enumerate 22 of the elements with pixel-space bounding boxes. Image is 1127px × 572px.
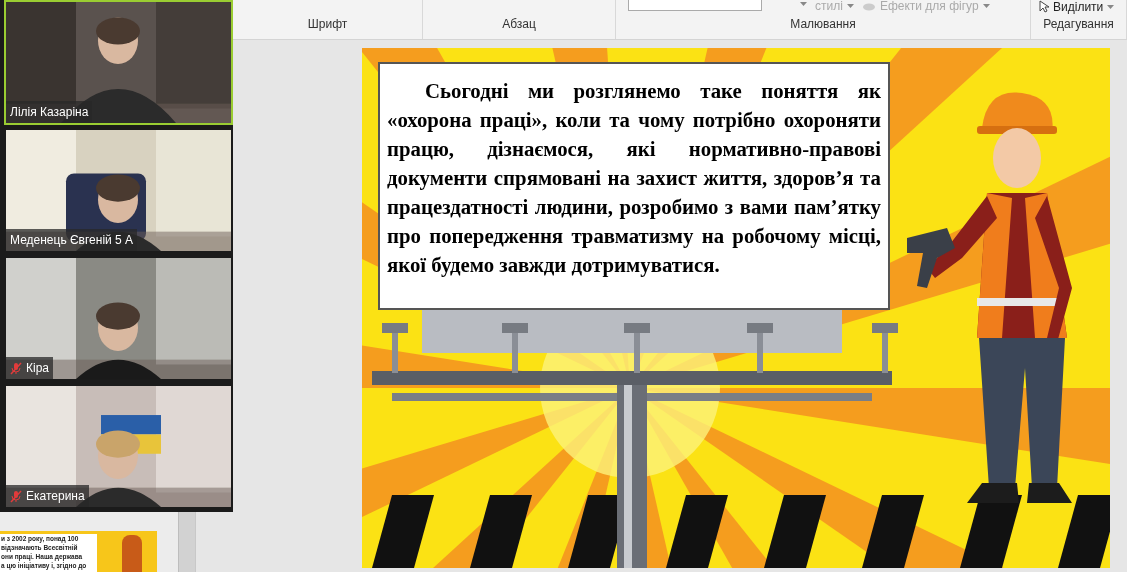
participant-name: Лілія Казаріна bbox=[10, 104, 89, 121]
video-tile[interactable]: Екатерина bbox=[4, 384, 233, 509]
scrollbar[interactable] bbox=[178, 512, 195, 572]
video-tile[interactable]: Лілія Казаріна bbox=[4, 0, 233, 125]
ribbon-button[interactable]: Виділити bbox=[1039, 0, 1115, 13]
ribbon-group-label: Шрифт bbox=[306, 16, 349, 33]
caret-icon bbox=[846, 4, 854, 8]
caret-icon bbox=[800, 2, 807, 6]
participant-name: Кіра bbox=[26, 360, 49, 377]
video-tile[interactable]: Меденець Євгеній 5 А bbox=[4, 128, 233, 253]
shapes-gallery[interactable] bbox=[628, 0, 762, 11]
slide-paragraph: Сьогодні ми розглянемо таке поняття як «охорона праці», коли та чому потрібно охороняти працю, дізнаємося, які нормативно-правові документи спрямовані на захист життя, здоров’я та працездатності людини, розробимо з вами пам’ятку про попередження травматизму на робочому місці, якої будемо завжди дотримуватися. bbox=[387, 78, 881, 279]
ribbon-group-label: Абзац bbox=[501, 16, 537, 33]
ribbon-group-label: Редагування bbox=[1042, 16, 1115, 33]
participant-name: Меденець Євгеній 5 А bbox=[10, 232, 134, 249]
caret-icon bbox=[1107, 4, 1115, 9]
participant-name: Екатерина bbox=[26, 488, 85, 505]
muted-microphone-icon bbox=[10, 489, 22, 503]
video-tile[interactable]: Кіра bbox=[4, 256, 233, 381]
muted-microphone-icon bbox=[10, 361, 22, 375]
caret-icon bbox=[982, 4, 990, 8]
ribbon-group-label: Малювання bbox=[789, 16, 857, 33]
